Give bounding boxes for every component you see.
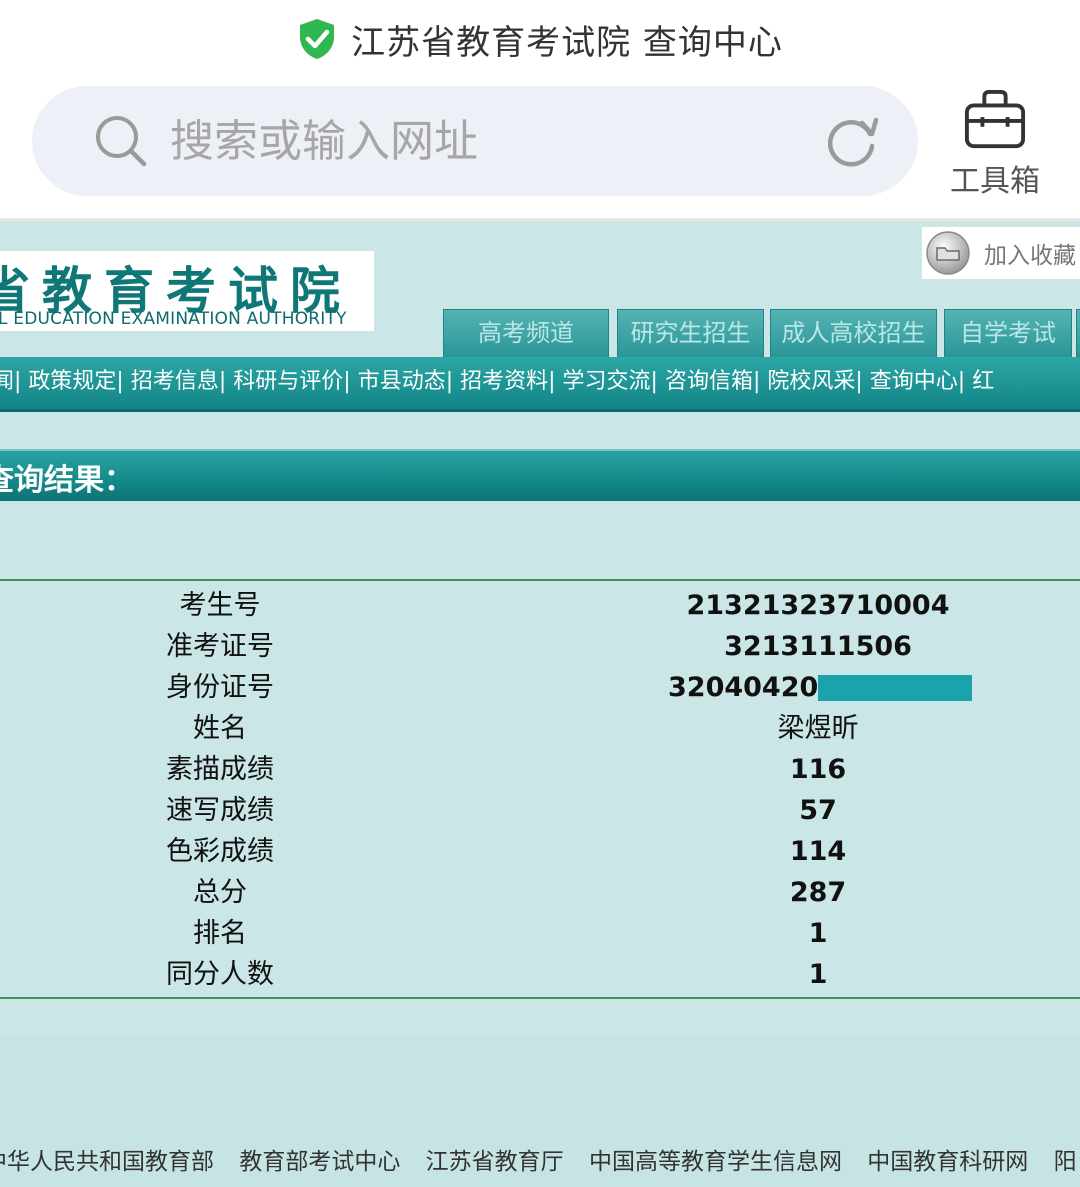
footer-link-moe[interactable]: 中华人民共和国教育部 bbox=[0, 1149, 214, 1175]
footer-link-chsi[interactable]: 中国高等教育学生信息网 bbox=[589, 1149, 842, 1175]
row-value: 1 bbox=[808, 959, 828, 990]
table-top-rule bbox=[0, 579, 1080, 581]
table-row: 同分人数 1 bbox=[0, 954, 1080, 995]
search-icon bbox=[96, 116, 147, 167]
bookmark-label: 加入收藏 bbox=[984, 243, 1076, 269]
nav-item-mailbox[interactable]: 咨询信箱| bbox=[665, 369, 760, 394]
nav-item-county-news[interactable]: 市县动态| bbox=[358, 369, 453, 394]
row-value: 1 bbox=[808, 918, 828, 949]
row-value: 21321323710004 bbox=[686, 590, 950, 621]
row-value: 57 bbox=[799, 795, 837, 826]
table-row: 准考证号 3213111506 bbox=[0, 626, 1080, 667]
row-value: 287 bbox=[789, 877, 847, 908]
tab-self-study[interactable]: 自学考试 bbox=[944, 309, 1072, 358]
bookmark-icon bbox=[926, 231, 970, 275]
nav-item-admission-info[interactable]: 招考信息| bbox=[131, 369, 226, 394]
table-row: 素描成绩 116 bbox=[0, 749, 1080, 790]
row-value: 320404200 bbox=[668, 672, 838, 703]
nav-item-exchange[interactable]: 学习交流| bbox=[563, 369, 658, 394]
row-label: 素描成绩 bbox=[166, 754, 274, 785]
nav-item-materials[interactable]: 招考资料| bbox=[460, 369, 555, 394]
row-value: 114 bbox=[789, 836, 847, 867]
row-label: 色彩成绩 bbox=[166, 836, 274, 867]
nav-item-news[interactable]: 闻| bbox=[0, 369, 21, 394]
add-bookmark-link[interactable]: 加入收藏 bbox=[922, 227, 1080, 279]
row-value: 梁煜昕 bbox=[777, 713, 859, 744]
table-bottom-rule bbox=[0, 997, 1080, 999]
tab-gaokao[interactable]: 高考频道 bbox=[443, 309, 609, 358]
result-header-bar: 查询结果： bbox=[0, 449, 1080, 501]
footer: 中华人民共和国教育部 教育部考试中心 江苏省教育厅 中国高等教育学生信息网 中国… bbox=[0, 1036, 1080, 1187]
row-label: 同分人数 bbox=[166, 959, 274, 990]
logo-english-text: L EDUCATION EXAMINATION AUTHORITY bbox=[0, 309, 347, 329]
row-value: 116 bbox=[789, 754, 847, 785]
row-label: 考生号 bbox=[179, 590, 261, 621]
result-title: 查询结果： bbox=[0, 463, 134, 498]
row-value: 3213111506 bbox=[724, 631, 912, 662]
footer-link-jsjyt[interactable]: 江苏省教育厅 bbox=[426, 1149, 564, 1175]
main-nav: 闻| 政策规定| 招考信息| 科研与评价| 市县动态| 招考资料| 学习交流| … bbox=[0, 357, 1080, 412]
footer-link-cernet[interactable]: 中国教育科研网 bbox=[867, 1149, 1028, 1175]
footer-link-partial[interactable]: 阳 bbox=[1054, 1149, 1077, 1175]
nav-items: 闻| 政策规定| 招考信息| 科研与评价| 市县动态| 招考资料| 学习交流| … bbox=[0, 357, 994, 407]
table-row: 排名 1 bbox=[0, 913, 1080, 954]
address-input[interactable] bbox=[168, 114, 792, 168]
nav-item-schools[interactable]: 院校风采| bbox=[767, 369, 862, 394]
id-number-cell: 320404200 bbox=[668, 667, 978, 708]
nav-item-partial[interactable]: 红 bbox=[972, 369, 994, 394]
tab-partial[interactable] bbox=[1076, 309, 1080, 358]
footer-link-neea[interactable]: 教育部考试中心 bbox=[239, 1149, 400, 1175]
toolbox-button[interactable]: 工具箱 bbox=[940, 88, 1050, 200]
row-label: 排名 bbox=[193, 918, 247, 949]
tab-adult-college[interactable]: 成人高校招生 bbox=[770, 309, 937, 358]
row-label: 总分 bbox=[193, 877, 247, 908]
site-logo[interactable]: 省教育考试院 L EDUCATION EXAMINATION AUTHORITY bbox=[0, 251, 374, 331]
nav-item-policy[interactable]: 政策规定| bbox=[28, 369, 123, 394]
table-row: 色彩成绩 114 bbox=[0, 831, 1080, 872]
row-label: 姓名 bbox=[193, 713, 247, 744]
footer-links: 中华人民共和国教育部 教育部考试中心 江苏省教育厅 中国高等教育学生信息网 中国… bbox=[0, 1142, 1080, 1176]
table-row: 考生号 21321323710004 bbox=[0, 585, 1080, 626]
toolbox-icon bbox=[964, 89, 1026, 149]
nav-item-query-center[interactable]: 查询中心| bbox=[870, 369, 965, 394]
toolbox-label: 工具箱 bbox=[950, 164, 1040, 199]
web-page: 省教育考试院 L EDUCATION EXAMINATION AUTHORITY… bbox=[0, 221, 1080, 1187]
nav-item-research[interactable]: 科研与评价| bbox=[233, 369, 350, 394]
row-label: 身份证号 bbox=[166, 672, 274, 703]
table-row: 姓名 梁煜昕 bbox=[0, 708, 1080, 749]
security-shield-icon bbox=[300, 19, 335, 59]
table-row: 速写成绩 57 bbox=[0, 790, 1080, 831]
row-label: 准考证号 bbox=[166, 631, 274, 662]
redaction-mask bbox=[818, 675, 972, 701]
site-title: 江苏省教育考试院 查询中心 bbox=[351, 22, 783, 63]
browser-title-bar: 江苏省教育考试院 查询中心 bbox=[0, 0, 1080, 78]
reload-icon[interactable] bbox=[822, 112, 880, 170]
address-bar[interactable] bbox=[32, 86, 918, 196]
row-label: 速写成绩 bbox=[166, 795, 274, 826]
tab-graduate[interactable]: 研究生招生 bbox=[617, 309, 764, 358]
table-row: 身份证号 320404200 bbox=[0, 667, 1080, 708]
table-row: 总分 287 bbox=[0, 872, 1080, 913]
